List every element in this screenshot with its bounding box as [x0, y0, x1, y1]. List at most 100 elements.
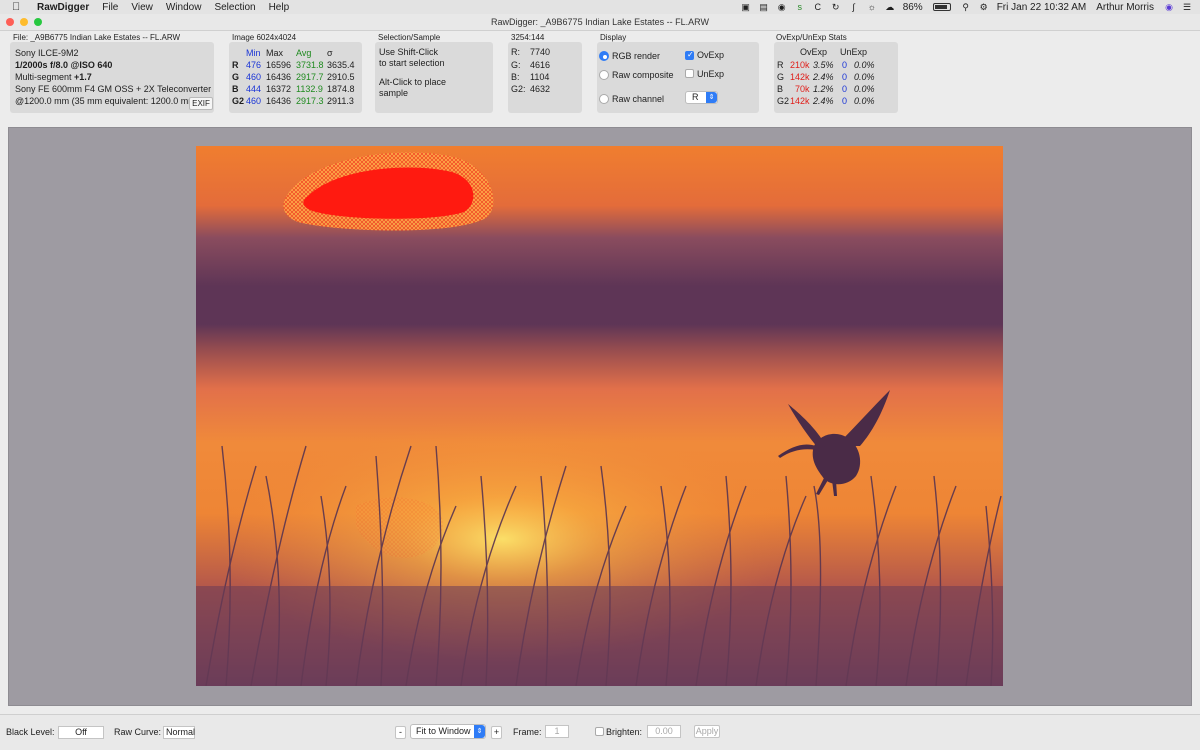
stats-b-ov-pct: 1.2% [813, 84, 834, 94]
s-status-icon[interactable]: s [795, 2, 805, 12]
metering-info: Multi-segment +1.7 [15, 72, 92, 82]
creative-cloud-icon[interactable]: ◉ [777, 2, 787, 12]
menu-help[interactable]: Help [269, 2, 290, 13]
zoom-out-button[interactable]: - [395, 726, 406, 739]
lens-info: Sony FE 600mm F4 GM OSS + 2X Teleconvert… [15, 84, 212, 94]
header-sigma: σ [327, 48, 333, 58]
sample-values-panel: R: 7740 G: 4616 B: 1104 G2: 4632 [508, 42, 582, 113]
brighten-stepper[interactable]: 0.00 [647, 725, 681, 738]
rgb-render-radio[interactable] [599, 51, 609, 61]
raw-channel-label[interactable]: Raw channel [612, 94, 664, 104]
stats-g2-channel: G2 [777, 96, 790, 106]
menu-view[interactable]: View [131, 2, 153, 13]
sample-g2-label: G2: [511, 84, 526, 94]
zoom-in-button[interactable]: + [491, 726, 502, 739]
wifi-icon[interactable]: ☼ [867, 2, 877, 12]
search-icon[interactable]: ⚲ [961, 2, 971, 12]
raw-channel-select-value: R [692, 92, 699, 102]
stats-header-ovexp: OvExp [800, 47, 828, 57]
sample-b-value: 1104 [530, 72, 550, 82]
row-r-sigma: 3635.4 [327, 60, 355, 70]
menu-window[interactable]: Window [166, 2, 202, 13]
battery-percent: 86% [902, 1, 923, 13]
exif-button[interactable]: EXIF [189, 97, 213, 110]
selection-hint-1b: to start selection [379, 58, 445, 68]
brighten-label: Brighten: [606, 727, 643, 737]
battery-icon[interactable] [932, 3, 951, 11]
row-r-channel: R [232, 60, 239, 70]
brighten-checkbox[interactable] [595, 727, 604, 736]
row-g-channel: G [232, 72, 240, 82]
stats-g-ov-count: 142k [790, 72, 810, 82]
battery-fill [934, 5, 947, 9]
ovexp-label[interactable]: OvExp [697, 50, 724, 60]
camera-model: Sony ILCE-9M2 [15, 48, 79, 58]
menu-file[interactable]: File [102, 2, 118, 13]
focal-length-info: @1200.0 mm (35 mm equivalent: 1200.0 mm [15, 96, 195, 106]
row-g2-min: 460 [246, 96, 262, 106]
calendar-icon[interactable]: ▤ [759, 2, 769, 12]
metering-mode: Multi-segment [15, 72, 75, 82]
user-name[interactable]: Arthur Morris [1096, 2, 1154, 13]
ovexp-unexp-stats-panel: OvExp UnExp R 210k 3.5% 0 0.0% G 142k 2.… [774, 42, 898, 113]
stats-g-channel: G [777, 72, 785, 82]
row-b-channel: B [232, 84, 239, 94]
frame-stepper[interactable]: 1 [545, 725, 569, 738]
zoom-select[interactable]: Fit to Window ⇕ [410, 724, 486, 739]
sample-g-label: G: [511, 60, 521, 70]
bluetooth-icon[interactable]: ∫ [849, 2, 859, 12]
stats-g2-un-pct: 0.0% [854, 96, 875, 106]
c-status-icon[interactable]: C [813, 2, 823, 12]
sample-g-value: 4616 [530, 60, 551, 70]
screen-record-icon[interactable]: ▣ [741, 2, 751, 12]
clock[interactable]: Fri Jan 22 10:32 AM [997, 2, 1087, 13]
stats-b-ov-count: 70k [795, 84, 810, 94]
sample-panel-label: 3254:144 [511, 33, 545, 42]
control-center-icon[interactable]: ⚙ [979, 2, 989, 12]
sample-g2-value: 4632 [530, 84, 551, 94]
cloud-icon[interactable]: ☁ [885, 2, 895, 12]
raw-curve-field[interactable]: Normal [163, 726, 195, 739]
unexp-label[interactable]: UnExp [697, 69, 724, 79]
rgb-render-label[interactable]: RGB render [612, 51, 660, 61]
stats-b-channel: B [777, 84, 784, 94]
raw-composite-radio[interactable] [599, 70, 609, 80]
menu-selection[interactable]: Selection [214, 2, 255, 13]
stats-g-un-count: 0 [842, 72, 848, 82]
siri-icon[interactable]: ◉ [1164, 2, 1174, 12]
stats-r-channel: R [777, 60, 784, 70]
sync-icon[interactable]: ↻ [831, 2, 841, 12]
raw-image-preview[interactable] [196, 146, 1003, 686]
raw-composite-label[interactable]: Raw composite [612, 70, 674, 80]
apple-menu-icon[interactable]:  [12, 1, 24, 13]
unexp-checkbox[interactable] [685, 69, 694, 78]
row-b-avg: 1132.9 [296, 84, 323, 94]
sample-b-label: B: [511, 72, 520, 82]
selection-hint-2a: Alt-Click to place [379, 77, 447, 87]
raw-curve-label: Raw Curve: [114, 727, 162, 737]
file-info-panel: Sony ILCE-9M2 1/2000s f/8.0 @ISO 640 Mul… [10, 42, 214, 113]
selection-panel-label: Selection/Sample [378, 33, 441, 42]
stats-g2-ov-pct: 2.4% [813, 96, 834, 106]
selection-hint-2b: sample [379, 88, 409, 98]
row-r-avg: 3731.8 [296, 60, 324, 70]
row-b-max: 16372 [266, 84, 292, 94]
apply-button[interactable]: Apply [694, 725, 720, 738]
exposure-info: 1/2000s f/8.0 @ISO 640 [15, 60, 113, 70]
raw-channel-select[interactable]: R ⇕ [685, 91, 718, 104]
black-level-label: Black Level: [6, 727, 55, 737]
raw-channel-radio[interactable] [599, 94, 609, 104]
menu-app-name[interactable]: RawDigger [37, 2, 89, 13]
ovexp-checkbox[interactable] [685, 50, 694, 60]
black-level-field[interactable]: Off [58, 726, 104, 739]
header-max: Max [266, 48, 284, 58]
zoom-chevron-icon: ⇕ [474, 725, 485, 738]
notification-center-icon[interactable]: ☰ [1182, 2, 1192, 12]
row-g2-channel: G2 [232, 96, 245, 106]
row-g-max: 16436 [266, 72, 292, 82]
row-r-min: 476 [246, 60, 262, 70]
chevron-updown-icon: ⇕ [706, 92, 717, 103]
menu-bar:  RawDigger File View Window Selection H… [0, 0, 1200, 14]
row-g2-max: 16436 [266, 96, 292, 106]
row-g-sigma: 2910.5 [327, 72, 355, 82]
